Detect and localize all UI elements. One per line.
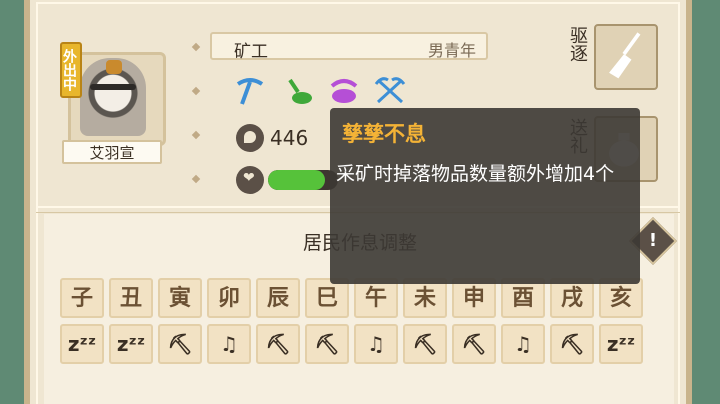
pickaxe-purple-icon[interactable] [328, 76, 360, 106]
eye-band [90, 84, 136, 90]
hour-cell: 寅 [158, 278, 202, 318]
work-pickaxe-icon[interactable]: ⛏ [403, 324, 447, 364]
broom-icon [609, 32, 641, 79]
expel-label: 驱逐 [567, 26, 588, 62]
leisure-music-icon[interactable]: ♫ [501, 324, 545, 364]
gender-age: 男青年 [427, 41, 476, 60]
trait-tooltip: 孳孳不息 采矿时掉落物品数量额外增加4个 [330, 108, 640, 284]
status-badge: 外出中 [60, 42, 82, 98]
hour-cell: 未 [403, 278, 447, 318]
coin-icon [236, 124, 264, 152]
hour-cell: 巳 [305, 278, 349, 318]
heart-icon [236, 166, 264, 194]
job-bar: 矿工 男青年 [210, 32, 488, 62]
hour-cell: 申 [452, 278, 496, 318]
crossed-pickaxes-blue-icon[interactable] [374, 76, 406, 106]
hour-cell: 戌 [550, 278, 594, 318]
hour-cell: 辰 [256, 278, 300, 318]
sleep-icon[interactable]: zᶻᶻ [599, 324, 643, 364]
tooltip-title: 孳孳不息 [342, 122, 426, 146]
work-pickaxe-icon[interactable]: ⛏ [158, 324, 202, 364]
avatar[interactable] [80, 58, 146, 136]
pickaxe-blue-icon[interactable] [234, 76, 266, 106]
miner-hat-icon [106, 60, 122, 74]
job-title: 矿工 [234, 42, 268, 62]
hour-cell: 丑 [109, 278, 153, 318]
shovel-green-icon[interactable] [282, 76, 314, 106]
tooltip-description: 采矿时掉落物品数量额外增加4个 [336, 163, 615, 185]
hour-cell: 子 [60, 278, 104, 318]
hour-cell: 亥 [599, 278, 643, 318]
resident-name: 艾羽宣 [62, 140, 162, 164]
expel-button[interactable] [594, 24, 658, 90]
sleep-icon[interactable]: zᶻᶻ [109, 324, 153, 364]
work-pickaxe-icon[interactable]: ⛏ [256, 324, 300, 364]
leisure-music-icon[interactable]: ♫ [207, 324, 251, 364]
hour-cell: 酉 [501, 278, 545, 318]
work-pickaxe-icon[interactable]: ⛏ [305, 324, 349, 364]
hour-cell: 午 [354, 278, 398, 318]
coin-amount: 446 [270, 126, 309, 150]
mood-bar [268, 170, 338, 190]
hour-cell: 卯 [207, 278, 251, 318]
work-pickaxe-icon[interactable]: ⛏ [550, 324, 594, 364]
work-pickaxe-icon[interactable]: ⛏ [452, 324, 496, 364]
sleep-icon[interactable]: zᶻᶻ [60, 324, 104, 364]
mood-bar-fill [268, 170, 326, 190]
leisure-music-icon[interactable]: ♫ [354, 324, 398, 364]
